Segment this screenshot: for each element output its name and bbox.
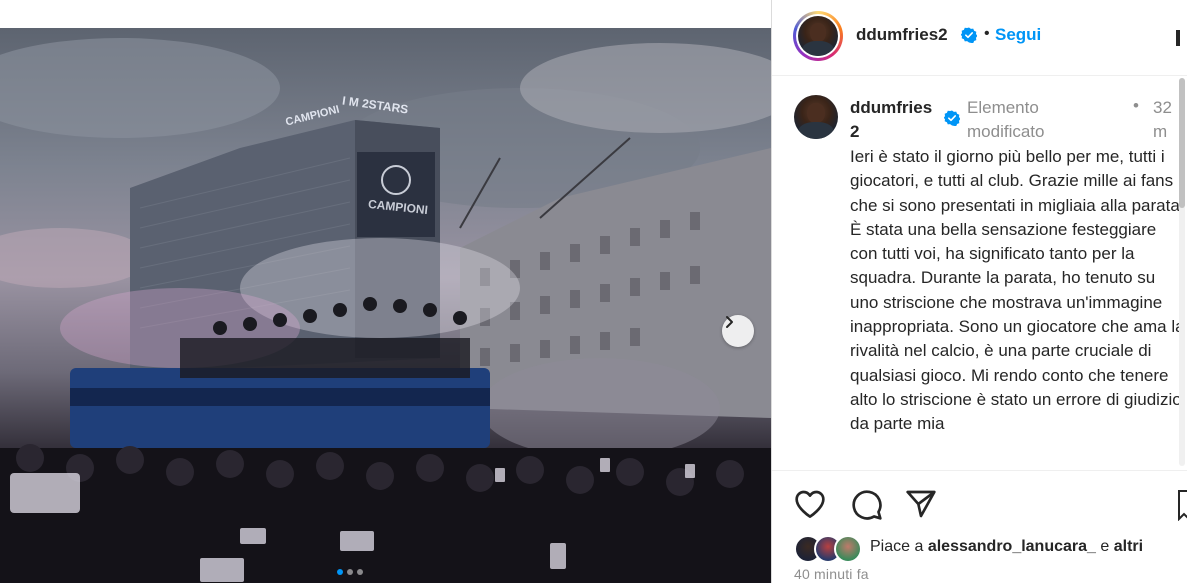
more-icon[interactable]: [1172, 30, 1184, 46]
caption-timestamp[interactable]: 32 m: [1153, 96, 1175, 144]
carousel-indicator: [337, 569, 363, 575]
caption-username[interactable]: ddumfries 2: [850, 96, 940, 144]
liked-by-avatars[interactable]: [794, 535, 862, 563]
follow-separator: •: [984, 25, 990, 42]
likes-user-link[interactable]: alessandro_lanucara_: [928, 538, 1096, 555]
caption-avatar[interactable]: [794, 95, 838, 139]
bookmark-icon[interactable]: [1178, 489, 1187, 521]
likes-summary[interactable]: Piace a alessandro_lanucara_ e altri: [870, 538, 1143, 556]
caption-username-part1: ddumfries: [850, 98, 933, 117]
post-side-panel: ddumfries2 • Segui ddumfries 2 Elemento …: [771, 0, 1187, 583]
carousel-dot: [347, 569, 353, 575]
caption-text: Ieri è stato il giorno più bello per me,…: [850, 147, 1185, 434]
post-time-ago[interactable]: 40 minuti fa: [794, 566, 869, 582]
post-photo[interactable]: I M 2STARS CAMPIONI CAMPIONI: [0, 28, 771, 583]
like-avatar: [834, 535, 862, 563]
heart-icon[interactable]: [794, 489, 826, 519]
author-avatar[interactable]: [793, 11, 843, 61]
verified-icon: [961, 27, 977, 46]
carousel-dot: [357, 569, 363, 575]
time-separator: •: [1133, 96, 1139, 115]
comment-icon[interactable]: [851, 489, 883, 521]
author-username[interactable]: ddumfries2: [856, 25, 948, 45]
share-icon[interactable]: [905, 489, 937, 519]
caption-section: ddumfries 2 Elemento modificato • 32 m I…: [772, 76, 1187, 470]
avatar-image: [798, 16, 838, 56]
post-header: ddumfries2 • Segui: [772, 0, 1187, 76]
likes-conj: e: [1100, 538, 1110, 555]
carousel-dot: [337, 569, 343, 575]
next-photo-button[interactable]: [722, 315, 754, 347]
edited-label: Elemento modificato: [967, 98, 1045, 141]
chevron-right-icon: [726, 316, 733, 328]
likes-prefix: Piace a: [870, 538, 924, 555]
caption-scrollbar[interactable]: [1179, 78, 1185, 466]
follow-button[interactable]: Segui: [995, 25, 1041, 45]
likes-others-link[interactable]: altri: [1114, 538, 1143, 555]
caption-username-part2: 2: [850, 122, 860, 141]
verified-icon: [944, 110, 960, 129]
